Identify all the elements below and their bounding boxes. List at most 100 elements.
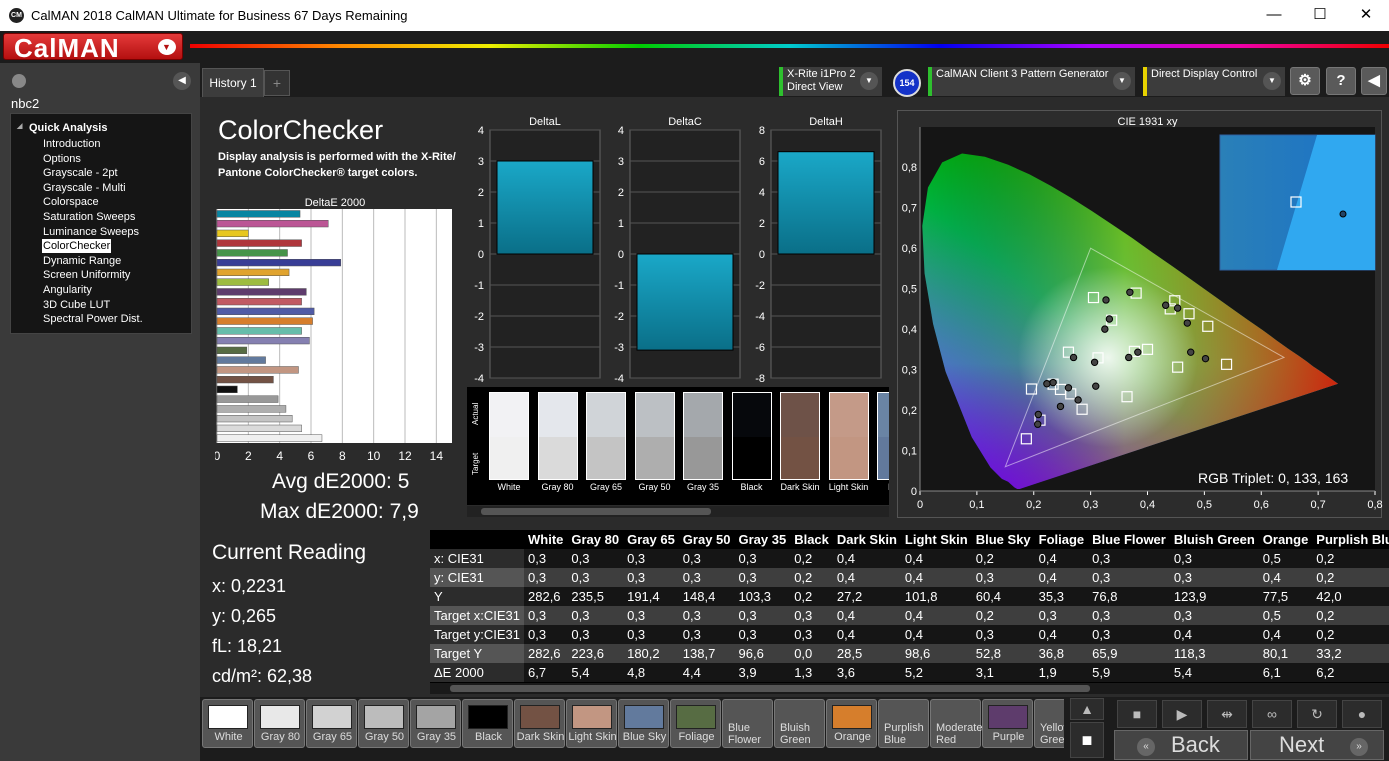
add-tab-button[interactable]: + [264, 70, 290, 96]
strip-scrollbar[interactable] [467, 506, 889, 517]
sidebar-item-grayscale-2pt[interactable]: Grayscale - 2pt [42, 166, 119, 180]
swatch-label: Blue Flower [728, 722, 762, 746]
help-icon[interactable]: ? [1326, 67, 1356, 95]
table-cell: 0,2 [1312, 549, 1389, 568]
scrollbar-thumb[interactable] [450, 685, 1090, 692]
swatch-button[interactable]: Gray 50 [358, 699, 409, 748]
swatch-button[interactable]: Gray 35 [410, 699, 461, 748]
up-arrow-icon[interactable]: ▲ [1070, 698, 1104, 720]
measure-range-icon[interactable]: ⇹ [1207, 700, 1247, 728]
actual-swatch [731, 392, 772, 437]
tab-history-1[interactable]: History 1 [202, 68, 264, 97]
swatch-button[interactable]: Moderate Red [930, 699, 982, 748]
x-tick-label: 0,7 [1310, 499, 1325, 511]
maximize-button[interactable]: ☐ [1297, 0, 1343, 31]
close-button[interactable]: ✕ [1343, 0, 1389, 31]
target-swatch [731, 437, 772, 480]
sidebar-item-grayscale-multi[interactable]: Grayscale - Multi [42, 181, 127, 195]
column-header: Purplish Blue [1312, 530, 1389, 549]
swatch-button[interactable]: Purplish Blue [878, 699, 929, 748]
profile-dot-icon [12, 74, 26, 88]
cie-chart-panel: CIE 1931 xy 0 0,1 0,2 0,3 0,4 0,5 0,6 0,7 0,8 0 0,1… [897, 110, 1383, 518]
swatch-button[interactable]: Foliage [670, 699, 721, 748]
column-header: Blue Sky [971, 530, 1035, 549]
column-header: Black [790, 530, 833, 549]
column-header: Bluish Green [1169, 530, 1259, 549]
sidebar-item-dynamic-range[interactable]: Dynamic Range [42, 254, 122, 268]
minimize-button[interactable]: — [1251, 0, 1297, 31]
column-header: Gray 80 [567, 530, 624, 549]
stop-measure-icon[interactable]: ■ [1117, 700, 1157, 728]
sidebar-item-introduction[interactable]: Introduction [42, 137, 101, 151]
swatch-button[interactable]: Gray 65 [306, 699, 357, 748]
table-cell: 1,3 [790, 663, 833, 682]
pattern-generator-selector[interactable]: CalMAN Client 3 Pattern Generator ▼ [928, 67, 1135, 96]
measured-point [1105, 315, 1114, 323]
row-header: Target x:CIE31 [430, 606, 524, 625]
meter-selector[interactable]: X-Rite i1Pro 2 Direct View ▼ [779, 67, 882, 96]
stop-icon[interactable]: ■ [1070, 722, 1104, 758]
y-tick-label: 8 [759, 125, 765, 137]
swatch-button[interactable]: Bluish Green [774, 699, 825, 748]
max-de: Max dE2000: 7,9 [260, 500, 419, 523]
scrollbar-thumb[interactable] [481, 508, 711, 515]
back-button[interactable]: « Back [1114, 730, 1248, 760]
sidebar-item-options[interactable]: Options [42, 152, 82, 166]
swatch-button[interactable]: Blue Flower [722, 699, 773, 748]
next-button[interactable]: Next » [1250, 730, 1384, 760]
swatch-button[interactable]: White [202, 699, 253, 748]
swatch-button[interactable]: Black [462, 699, 513, 748]
table-cell: 0,4 [832, 625, 901, 644]
swatch-button[interactable]: Dark Skin [514, 699, 565, 748]
table-cell: 52,8 [971, 644, 1035, 663]
swatch-label: Blue Sky [622, 731, 667, 743]
swatch-button[interactable]: Orange [826, 699, 877, 748]
swatch-button[interactable]: Blue Sky [618, 699, 669, 748]
sidebar-item-saturation-sweeps[interactable]: Saturation Sweeps [42, 210, 136, 224]
y-tick-label: 0,5 [902, 284, 917, 296]
swatch-label: White [214, 731, 243, 743]
row-header: ΔE 2000 [430, 663, 524, 682]
meter-badge[interactable]: 154 [893, 69, 921, 97]
bar-orange [216, 317, 313, 325]
tree-group-quick-analysis[interactable]: Quick Analysis [17, 122, 108, 134]
table-cell: 138,7 [678, 644, 735, 663]
sidebar-item-screen-uniformity[interactable]: Screen Uniformity [42, 268, 131, 282]
play-icon[interactable]: ▶ [1162, 700, 1202, 728]
refresh-icon[interactable]: ↻ [1297, 700, 1337, 728]
settings-gear-icon[interactable]: ⚙ [1290, 67, 1320, 95]
table-cell: 0,5 [1258, 549, 1313, 568]
collapse-sidebar-button[interactable]: ◀ [173, 72, 191, 90]
measured-point [1092, 382, 1100, 390]
swatch-button[interactable]: Purple [982, 699, 1033, 748]
loop-icon[interactable]: ∞ [1252, 700, 1292, 728]
sidebar-item-angularity[interactable]: Angularity [42, 283, 93, 297]
table-cell: 123,9 [1169, 587, 1259, 606]
display-control-selector[interactable]: Direct Display Control ▼ [1143, 67, 1285, 96]
actual-swatch [586, 392, 626, 437]
bar-purple [216, 288, 307, 296]
table-cell: 27,2 [832, 587, 901, 606]
sidebar-item-colorchecker[interactable]: ColorChecker [42, 239, 112, 254]
sidebar-item-3d-cube-lut[interactable]: 3D Cube LUT [42, 298, 111, 312]
collapse-right-icon[interactable]: ◀ [1361, 67, 1387, 95]
table-cell: 28,5 [832, 644, 901, 663]
target-swatch [489, 437, 529, 480]
swatch-label: Gray 50 [364, 731, 405, 743]
calman-menu-button[interactable]: CalMAN ▼ [3, 33, 183, 63]
sidebar-item-luminance-sweeps[interactable]: Luminance Sweeps [42, 225, 140, 239]
swatch-button[interactable]: Gray 80 [254, 699, 305, 748]
table-cell: 0,4 [832, 606, 901, 625]
record-icon[interactable]: ● [1342, 700, 1382, 728]
swatch-button[interactable]: Light Skin [566, 699, 617, 748]
reading-x: x: 0,2231 [212, 576, 287, 596]
sidebar-item-colorspace[interactable]: Colorspace [42, 195, 100, 209]
table-cell: 35,3 [1034, 587, 1089, 606]
bar-yellow [216, 229, 249, 237]
sidebar-item-spectral-power-dist[interactable]: Spectral Power Dist. [42, 312, 144, 326]
table-cell: 0,3 [623, 606, 679, 625]
bar-green [216, 249, 288, 257]
table-scrollbar[interactable] [430, 683, 1389, 694]
swatch-color [572, 705, 612, 729]
measured-point [1187, 348, 1195, 356]
